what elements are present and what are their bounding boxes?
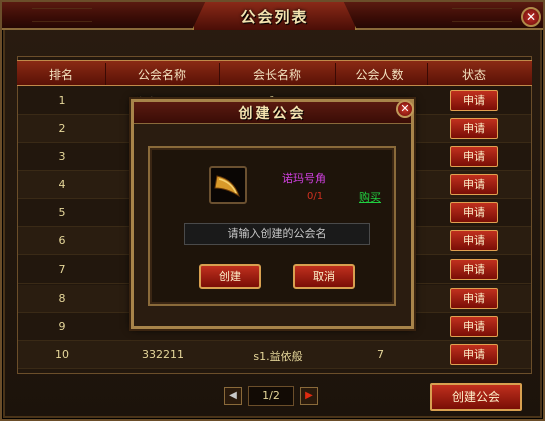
row-leader-name: s1.益依般 [253, 350, 303, 363]
row-guild-name: 332211 [142, 348, 184, 361]
table-header: 排名 公会名称 会长名称 公会人数 状态 [17, 60, 532, 86]
apply-button[interactable]: 申请 [450, 230, 498, 251]
table-row: 10 332211 s1.益依般 7 申请 [18, 341, 531, 369]
row-rank: 5 [58, 206, 66, 219]
window-title: 公会列表 [240, 8, 309, 26]
apply-button[interactable]: 申请 [450, 288, 498, 309]
row-rank: 9 [58, 320, 66, 333]
header-status: 状态 [461, 68, 486, 82]
apply-button[interactable]: 申请 [450, 90, 498, 111]
header-leader-name: 会长名称 [252, 68, 301, 82]
horn-item-icon[interactable] [209, 166, 247, 204]
row-rank: 6 [58, 234, 66, 247]
confirm-create-button[interactable]: 创建 [199, 264, 261, 289]
header-divider [219, 63, 220, 85]
apply-button[interactable]: 申请 [450, 316, 498, 337]
row-member-count: 7 [377, 348, 384, 361]
row-rank: 1 [58, 94, 66, 107]
row-rank: 2 [58, 122, 66, 135]
apply-button[interactable]: 申请 [450, 146, 498, 167]
header-member-count: 公会人数 [355, 68, 404, 82]
window-close-button[interactable]: ✕ [521, 7, 541, 27]
create-guild-dialog: 创建公会 ✕ [131, 99, 414, 329]
create-guild-button[interactable]: 创建公会 [430, 383, 522, 411]
row-rank: 7 [58, 263, 66, 276]
apply-button[interactable]: 申请 [450, 174, 498, 195]
prev-page-button[interactable]: ◀ [224, 387, 242, 405]
header-divider [335, 63, 336, 85]
dialog-close-button[interactable]: ✕ [396, 100, 414, 118]
row-rank: 8 [58, 292, 66, 305]
cancel-button[interactable]: 取消 [293, 264, 355, 289]
row-rank: 3 [58, 150, 66, 163]
page-indicator: 1/2 [248, 386, 294, 406]
titlebar-ornament [452, 8, 512, 22]
guild-name-input[interactable]: 请输入创建的公会名 [184, 223, 370, 245]
buy-link[interactable]: 购买 [359, 189, 381, 205]
apply-button[interactable]: 申请 [450, 202, 498, 223]
dialog-title: 创建公会 [238, 106, 307, 122]
apply-button[interactable]: 申请 [450, 344, 498, 365]
apply-button[interactable]: 申请 [450, 259, 498, 280]
row-rank: 4 [58, 178, 66, 191]
item-name: 诺玛号角 [282, 172, 326, 185]
next-page-button[interactable]: ▶ [300, 387, 318, 405]
item-count: 0/1 [307, 191, 324, 202]
titlebar-ornament [32, 8, 92, 22]
apply-button[interactable]: 申请 [450, 118, 498, 139]
row-rank: 10 [55, 348, 69, 361]
dialog-titlebar: 创建公会 [134, 102, 411, 124]
header-divider [427, 63, 428, 85]
header-rank: 排名 [48, 68, 73, 82]
header-guild-name: 公会名称 [137, 68, 186, 82]
header-divider [105, 63, 106, 85]
